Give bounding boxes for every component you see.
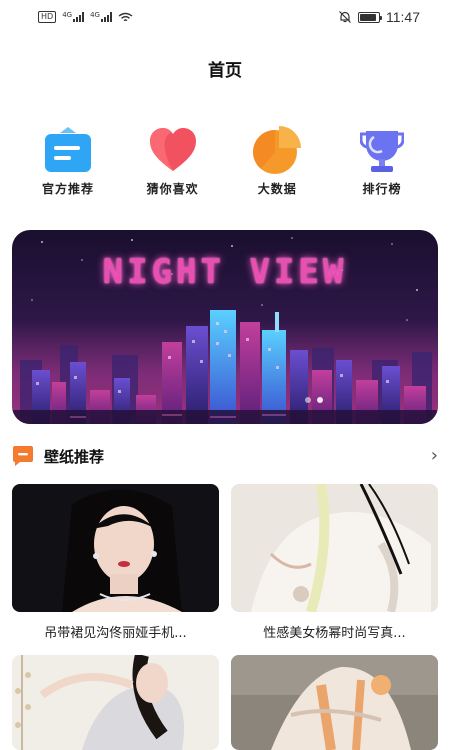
chat-bubble-icon bbox=[13, 446, 33, 466]
wallpaper-card[interactable]: 性感美女杨幂时尚写真... bbox=[231, 484, 438, 641]
nav-label: 官方推荐 bbox=[41, 182, 94, 196]
hd-badge-icon: HD bbox=[38, 11, 57, 23]
wallpaper-caption: 吊带裙见沟佟丽娅手机... bbox=[44, 626, 187, 641]
sim1-network-label: 4G bbox=[62, 11, 73, 19]
pie-chart-icon bbox=[251, 124, 303, 176]
status-left: HD 4G 4G bbox=[38, 11, 133, 23]
wallpaper-section-header[interactable]: 壁纸推荐 › bbox=[12, 444, 438, 468]
wallpaper-thumbnail bbox=[231, 484, 438, 612]
signal-2-icon: 4G bbox=[90, 12, 112, 22]
wallpaper-card[interactable]: 吊带裙见沟佟丽娅手机... bbox=[12, 484, 219, 641]
nav-label: 排行榜 bbox=[362, 182, 402, 196]
status-bar: HD 4G 4G 11:47 bbox=[0, 0, 450, 34]
sim2-network-label: 4G bbox=[90, 11, 100, 19]
page-title: 首页 bbox=[208, 61, 242, 81]
wifi-icon bbox=[118, 12, 133, 21]
nav-guess-you-like[interactable]: 猜你喜欢 bbox=[123, 124, 223, 197]
nav-ranking[interactable]: 排行榜 bbox=[332, 124, 432, 197]
chevron-right-icon[interactable]: › bbox=[431, 447, 438, 465]
clock: 11:47 bbox=[386, 9, 420, 25]
nav-official-recommend[interactable]: 官方推荐 bbox=[18, 124, 118, 197]
home-screen: HD 4G 4G 11:47 首页 官方推荐 猜你喜欢 大数据 排行榜 NIGH… bbox=[0, 0, 450, 750]
heart-icon bbox=[147, 124, 199, 176]
recommend-icon bbox=[42, 124, 94, 176]
nav-label: 大数据 bbox=[257, 182, 297, 196]
wallpaper-card[interactable] bbox=[231, 655, 438, 750]
nav-label: 猜你喜欢 bbox=[146, 182, 199, 196]
section-title: 壁纸推荐 bbox=[44, 447, 105, 466]
wallpaper-thumbnail bbox=[12, 655, 219, 750]
trophy-icon bbox=[356, 124, 408, 176]
bell-muted-icon bbox=[339, 11, 351, 23]
signal-1-icon: 4G bbox=[62, 11, 85, 22]
battery-icon bbox=[358, 11, 382, 23]
wallpaper-thumbnail bbox=[231, 655, 438, 750]
status-right: 11:47 bbox=[338, 9, 420, 25]
wallpaper-card[interactable] bbox=[12, 655, 219, 750]
nav-big-data[interactable]: 大数据 bbox=[227, 124, 327, 197]
wallpaper-caption: 性感美女杨幂时尚写真... bbox=[263, 626, 406, 641]
banner-title: NIGHT VIEW bbox=[102, 252, 348, 292]
wallpaper-thumbnail bbox=[12, 484, 219, 612]
quick-nav: 官方推荐 猜你喜欢 大数据 排行榜 bbox=[18, 124, 432, 197]
night-view-banner[interactable]: NIGHT VIEW bbox=[12, 230, 438, 424]
